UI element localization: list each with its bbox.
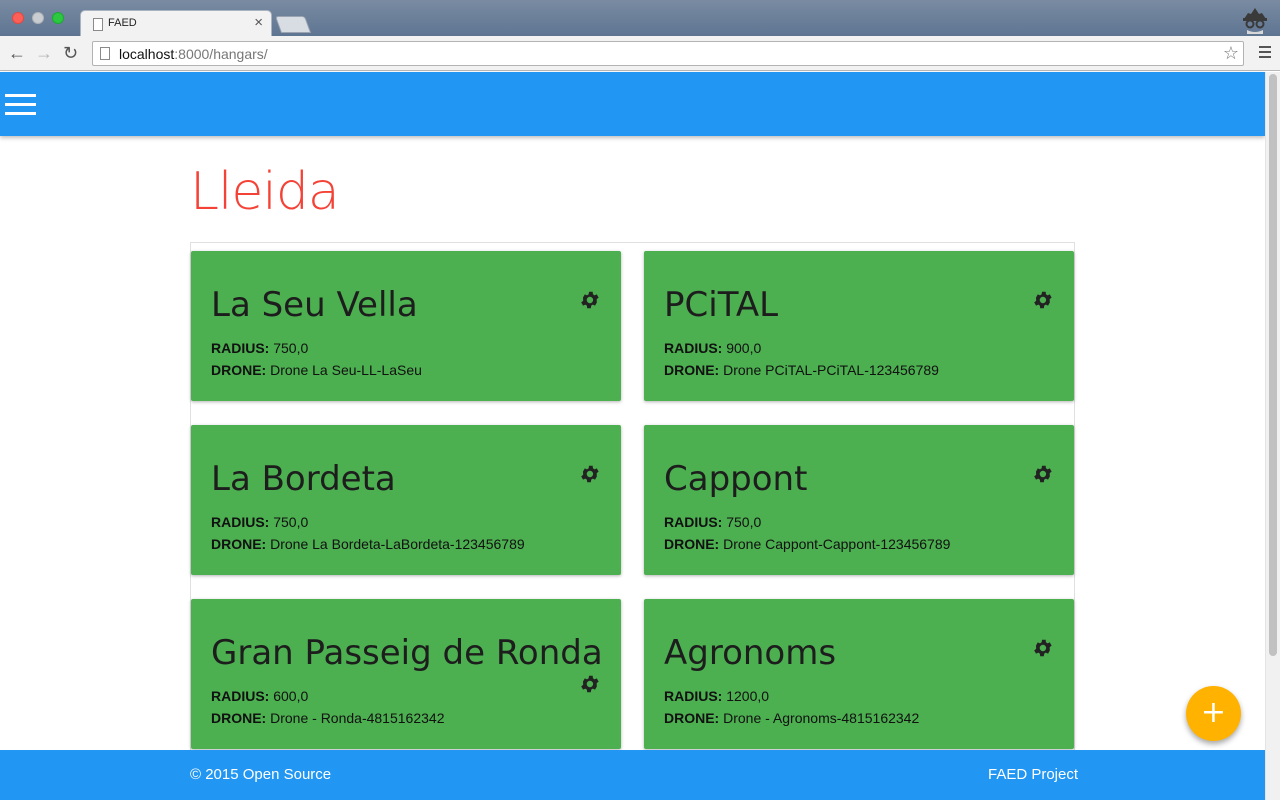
- drone-value: Drone - Ronda-4815162342: [270, 710, 445, 726]
- drone-label: DRONE:: [664, 536, 720, 552]
- browser-tab[interactable]: FAED ×: [80, 10, 272, 37]
- close-window-button[interactable]: [12, 12, 24, 24]
- browser-titlebar: FAED ×: [0, 0, 1280, 37]
- radius-label: RADIUS:: [211, 688, 270, 704]
- browser-toolbar: ← → ↻ localhost:8000/hangars/ ☆: [0, 36, 1280, 71]
- drone-value: Drone - Agronoms-4815162342: [723, 710, 920, 726]
- radius-line: RADIUS: 900,0: [664, 340, 761, 356]
- radius-line: RADIUS: 750,0: [211, 340, 308, 356]
- copyright-text: © 2015 Open Source: [190, 766, 332, 783]
- gear-icon[interactable]: [1031, 289, 1053, 311]
- radius-label: RADIUS:: [211, 340, 270, 356]
- radius-value: 750,0: [726, 514, 762, 530]
- drone-label: DRONE:: [211, 362, 267, 378]
- forward-arrow-icon[interactable]: →: [35, 42, 53, 64]
- hangar-card: La Seu Vella RADIUS: 750,0 DRONE: Drone …: [191, 251, 621, 401]
- incognito-icon: [1243, 8, 1267, 34]
- drone-line: DRONE: Drone - Ronda-4815162342: [211, 710, 444, 726]
- gear-icon[interactable]: [578, 289, 600, 311]
- drone-line: DRONE: Drone - Agronoms-4815162342: [664, 710, 919, 726]
- radius-line: RADIUS: 1200,0: [664, 688, 769, 704]
- radius-label: RADIUS:: [664, 340, 723, 356]
- url-text: localhost:8000/hangars/: [119, 46, 268, 62]
- page-scrollbar[interactable]: [1265, 72, 1280, 800]
- gear-icon[interactable]: [1031, 463, 1053, 485]
- tab-title: FAED: [108, 17, 137, 29]
- drone-label: DRONE:: [211, 536, 267, 552]
- address-bar[interactable]: localhost:8000/hangars/ ☆: [92, 41, 1244, 66]
- minimize-window-button[interactable]: [32, 12, 44, 24]
- hangar-name: Gran Passeig de Ronda: [211, 633, 603, 673]
- drone-value: Drone PCiTAL-PCiTAL-123456789: [723, 362, 939, 378]
- tab-close-icon[interactable]: ×: [254, 14, 263, 31]
- drone-label: DRONE:: [211, 710, 267, 726]
- radius-value: 750,0: [273, 340, 309, 356]
- url-host: localhost: [119, 46, 175, 62]
- hangar-name: La Seu Vella: [211, 285, 418, 325]
- page-icon: [100, 47, 110, 60]
- bookmark-star-icon[interactable]: ☆: [1223, 43, 1239, 64]
- hangar-card: La Bordeta RADIUS: 750,0 DRONE: Drone La…: [191, 425, 621, 575]
- drone-value: Drone La Bordeta-LaBordeta-123456789: [270, 536, 525, 552]
- url-path: :8000/hangars/: [174, 46, 268, 62]
- hangar-name: Cappont: [664, 459, 808, 499]
- radius-value: 600,0: [273, 688, 309, 704]
- drone-line: DRONE: Drone La Bordeta-LaBordeta-123456…: [211, 536, 525, 552]
- radius-line: RADIUS: 750,0: [211, 514, 308, 530]
- drone-line: DRONE: Drone PCiTAL-PCiTAL-123456789: [664, 362, 939, 378]
- browser-menu-icon[interactable]: [1259, 46, 1271, 61]
- page-title: Lleida: [190, 162, 340, 222]
- gear-icon[interactable]: [578, 463, 600, 485]
- back-arrow-icon[interactable]: ←: [8, 42, 26, 64]
- page-footer: © 2015 Open Source FAED Project: [0, 750, 1265, 800]
- reload-icon[interactable]: ↻: [63, 42, 78, 64]
- radius-line: RADIUS: 600,0: [211, 688, 308, 704]
- radius-label: RADIUS:: [664, 514, 723, 530]
- hangar-name: La Bordeta: [211, 459, 396, 499]
- gear-icon[interactable]: [578, 673, 600, 695]
- document-icon: [93, 18, 103, 31]
- app-header: [0, 72, 1265, 136]
- radius-line: RADIUS: 750,0: [664, 514, 761, 530]
- drone-label: DRONE:: [664, 362, 720, 378]
- hangar-card: PCiTAL RADIUS: 900,0 DRONE: Drone PCiTAL…: [644, 251, 1074, 401]
- hangar-card: Cappont RADIUS: 750,0 DRONE: Drone Cappo…: [644, 425, 1074, 575]
- radius-label: RADIUS:: [664, 688, 723, 704]
- hangar-card: Agronoms RADIUS: 1200,0 DRONE: Drone - A…: [644, 599, 1074, 749]
- maximize-window-button[interactable]: [52, 12, 64, 24]
- project-link[interactable]: FAED Project: [988, 766, 1078, 783]
- radius-value: 750,0: [273, 514, 309, 530]
- drone-line: DRONE: Drone Cappont-Cappont-123456789: [664, 536, 950, 552]
- hamburger-menu-icon[interactable]: [5, 94, 36, 121]
- drone-label: DRONE:: [664, 710, 720, 726]
- hangar-card: Gran Passeig de Ronda RADIUS: 600,0 DRON…: [191, 599, 621, 749]
- drone-value: Drone La Seu-LL-LaSeu: [270, 362, 422, 378]
- radius-label: RADIUS:: [211, 514, 270, 530]
- radius-value: 1200,0: [726, 688, 770, 704]
- add-hangar-button[interactable]: +: [1186, 686, 1241, 741]
- drone-line: DRONE: Drone La Seu-LL-LaSeu: [211, 362, 422, 378]
- hangar-name: PCiTAL: [664, 285, 779, 325]
- new-tab-button[interactable]: [274, 16, 312, 33]
- hangar-name: Agronoms: [664, 633, 837, 673]
- gear-icon[interactable]: [1031, 637, 1053, 659]
- radius-value: 900,0: [726, 340, 762, 356]
- scrollbar-thumb[interactable]: [1269, 74, 1277, 656]
- drone-value: Drone Cappont-Cappont-123456789: [723, 536, 951, 552]
